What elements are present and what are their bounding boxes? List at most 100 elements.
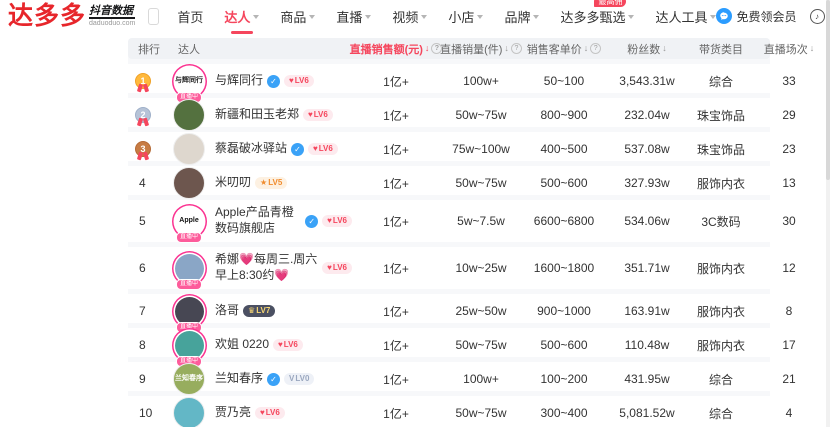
scrollbar[interactable]	[826, 0, 830, 427]
nav: 首页 达人 商品 直播 视频 小店 品牌 达多多甄选最高佣 达人工具	[177, 7, 716, 26]
followers-cell: 110.48w	[606, 338, 688, 352]
unit-price-cell: 1600~1800	[522, 261, 606, 275]
promo-badge: 最高佣	[594, 0, 626, 7]
nav-item-品牌[interactable]: 品牌	[504, 7, 539, 26]
sales-amount-cell: 1亿+	[352, 371, 440, 388]
sales-amount-cell: 1亿+	[352, 73, 440, 90]
sales-volume-cell: 50w~75w	[440, 406, 522, 420]
talent-name[interactable]: 欢姐 0220	[215, 337, 269, 353]
sessions-cell: 17	[754, 338, 824, 352]
verified-icon: ✓	[267, 75, 280, 88]
avatar[interactable]	[172, 396, 206, 427]
nav-item-label: 达人	[224, 7, 250, 26]
logo-domain: daduoduo.com	[89, 17, 135, 28]
table-row[interactable]: 3 蔡磊破冰驿站 ✓ ♥ LV6 1亿+ 75w~100w 400~500 53…	[128, 132, 770, 161]
sort-desc-icon[interactable]: ↓	[810, 44, 815, 53]
talent-name[interactable]: 贾乃亮	[215, 405, 251, 421]
verified-icon: ✓	[291, 143, 304, 156]
nav-item-达人工具[interactable]: 达人工具	[655, 7, 716, 26]
column-header[interactable]: 直播销量(件)↓?	[440, 41, 522, 57]
nav-item-小店[interactable]: 小店	[448, 7, 483, 26]
table-row[interactable]: 7 直播中 洛哥 ♛ LV7 1亿+ 25w~50w 900~1000 163.…	[128, 294, 770, 323]
avatar[interactable]: 直播中	[172, 294, 206, 328]
column-header: 带货类目	[688, 41, 754, 57]
avatar[interactable]: 直播中	[172, 328, 206, 362]
talent-name[interactable]: 希娜💗每周三.周六早上8:30约💗	[215, 252, 318, 283]
talent-name[interactable]: 米叨叨	[215, 175, 251, 191]
unit-price-cell: 100~200	[522, 372, 606, 386]
free-member-label: 免费领会员	[736, 8, 796, 25]
avatar[interactable]	[172, 166, 206, 200]
talent-cell[interactable]: 米叨叨 ★ LV5	[168, 166, 352, 200]
talent-name[interactable]: 兰知春序	[215, 371, 263, 387]
nav-item-label: 品牌	[504, 7, 530, 26]
table-row[interactable]: 6 直播中 希娜💗每周三.周六早上8:30约💗 ♥ LV6 1亿+ 10w~25…	[128, 247, 770, 289]
nav-item-首页[interactable]: 首页	[177, 7, 203, 26]
avatar[interactable]: 兰知春序	[172, 362, 206, 396]
nav-item-达多多甄选[interactable]: 达多多甄选最高佣	[560, 7, 634, 26]
column-header[interactable]: 粉丝数↓	[606, 41, 688, 57]
chevron-down-icon	[253, 15, 259, 19]
table-row[interactable]: 2 新疆和田玉老郑 ♥ LV6 1亿+ 50w~75w 800~900 232.…	[128, 98, 770, 127]
chevron-down-icon	[628, 15, 634, 19]
level-badge: ♥ LV6	[303, 109, 333, 121]
talent-cell[interactable]: 贾乃亮 ♥ LV6	[168, 396, 352, 427]
talent-cell[interactable]: 直播中 洛哥 ♛ LV7	[168, 294, 352, 328]
table-row[interactable]: 5 Apple 直播中 Apple产品青橙数码旗舰店 ✓ ♥ LV6 1亿+ 5…	[128, 200, 770, 242]
table-row[interactable]: 1 与辉同行 直播中 与辉同行 ✓ ♥ LV6 1亿+ 100w+ 50~100…	[128, 64, 770, 93]
table-row[interactable]: 8 直播中 欢姐 0220 ♥ LV6 1亿+ 50w~75w 500~600 …	[128, 328, 770, 357]
sales-amount-cell: 1亿+	[352, 405, 440, 422]
free-member-button[interactable]: 免费领会员	[716, 8, 796, 25]
table-row[interactable]: 9 兰知春序 兰知春序 ✓ V LV0 1亿+ 100w+ 100~200 43…	[128, 362, 770, 391]
apps-grid-icon[interactable]	[148, 8, 159, 25]
rank-cell: 3	[128, 141, 168, 157]
level-badge-icon: ♥	[260, 409, 265, 418]
level-badge-icon: ♥	[327, 217, 332, 226]
name-box: Apple产品青橙数码旗舰店 ✓ ♥ LV6	[215, 205, 352, 236]
talent-cell[interactable]: 兰知春序 兰知春序 ✓ V LV0	[168, 362, 352, 396]
level-badge: ♥ LV6	[255, 407, 285, 419]
sort-desc-icon[interactable]: ↓	[425, 44, 430, 53]
talent-cell[interactable]: 与辉同行 直播中 与辉同行 ✓ ♥ LV6	[168, 64, 352, 98]
nav-item-达人[interactable]: 达人	[224, 7, 259, 26]
chevron-down-icon	[421, 15, 427, 19]
column-header[interactable]: 直播场次↓	[754, 41, 824, 57]
avatar[interactable]: 直播中	[172, 251, 206, 285]
avatar[interactable]: 与辉同行 直播中	[172, 64, 206, 98]
talent-cell[interactable]: 直播中 希娜💗每周三.周六早上8:30约💗 ♥ LV6	[168, 251, 352, 285]
sales-amount-cell: 1亿+	[352, 337, 440, 354]
sort-desc-icon[interactable]: ↓	[504, 44, 509, 53]
sort-desc-icon[interactable]: ↓	[662, 44, 667, 53]
sales-amount-cell: 1亿+	[352, 303, 440, 320]
brand-logo[interactable]: 达多多 抖音数据 daduoduo.com	[8, 4, 135, 29]
talent-name[interactable]: 洛哥	[215, 303, 239, 319]
rank-cell: 5	[128, 214, 168, 228]
talent-name[interactable]: Apple产品青橙数码旗舰店	[215, 205, 301, 236]
table-row[interactable]: 10 贾乃亮 ♥ LV6 1亿+ 50w~75w 300~400 5,081.5…	[128, 396, 770, 425]
talent-name[interactable]: 蔡磊破冰驿站	[215, 141, 287, 157]
nav-item-视频[interactable]: 视频	[392, 7, 427, 26]
avatar[interactable]: Apple 直播中	[172, 204, 206, 238]
talent-cell[interactable]: 蔡磊破冰驿站 ✓ ♥ LV6	[168, 132, 352, 166]
talent-name[interactable]: 新疆和田玉老郑	[215, 107, 299, 123]
avatar-image	[173, 167, 205, 199]
level-badge: V LV0	[284, 373, 314, 385]
talent-cell[interactable]: 新疆和田玉老郑 ♥ LV6	[168, 98, 352, 132]
column-header[interactable]: 直播销售额(元)↓?	[352, 41, 440, 57]
sort-desc-icon[interactable]: ↓	[584, 44, 589, 53]
column-header: 排行	[128, 41, 168, 57]
column-header[interactable]: 销售客单价↓?	[522, 41, 606, 57]
table-row[interactable]: 4 米叨叨 ★ LV5 1亿+ 50w~75w 500~600 327.93w …	[128, 166, 770, 195]
sales-volume-cell: 50w~75w	[440, 176, 522, 190]
talent-cell[interactable]: 直播中 欢姐 0220 ♥ LV6	[168, 328, 352, 362]
level-badge-icon: ♛	[248, 307, 255, 316]
avatar[interactable]	[172, 98, 206, 132]
level-badge: ♥ LV6	[322, 262, 352, 274]
level-badge-icon: ♥	[308, 111, 313, 120]
avatar[interactable]	[172, 132, 206, 166]
talent-name[interactable]: 与辉同行	[215, 73, 263, 89]
talent-cell[interactable]: Apple 直播中 Apple产品青橙数码旗舰店 ✓ ♥ LV6	[168, 204, 352, 238]
nav-item-商品[interactable]: 商品	[280, 7, 315, 26]
nav-item-直播[interactable]: 直播	[336, 7, 371, 26]
sales-amount-cell: 1亿+	[352, 141, 440, 158]
